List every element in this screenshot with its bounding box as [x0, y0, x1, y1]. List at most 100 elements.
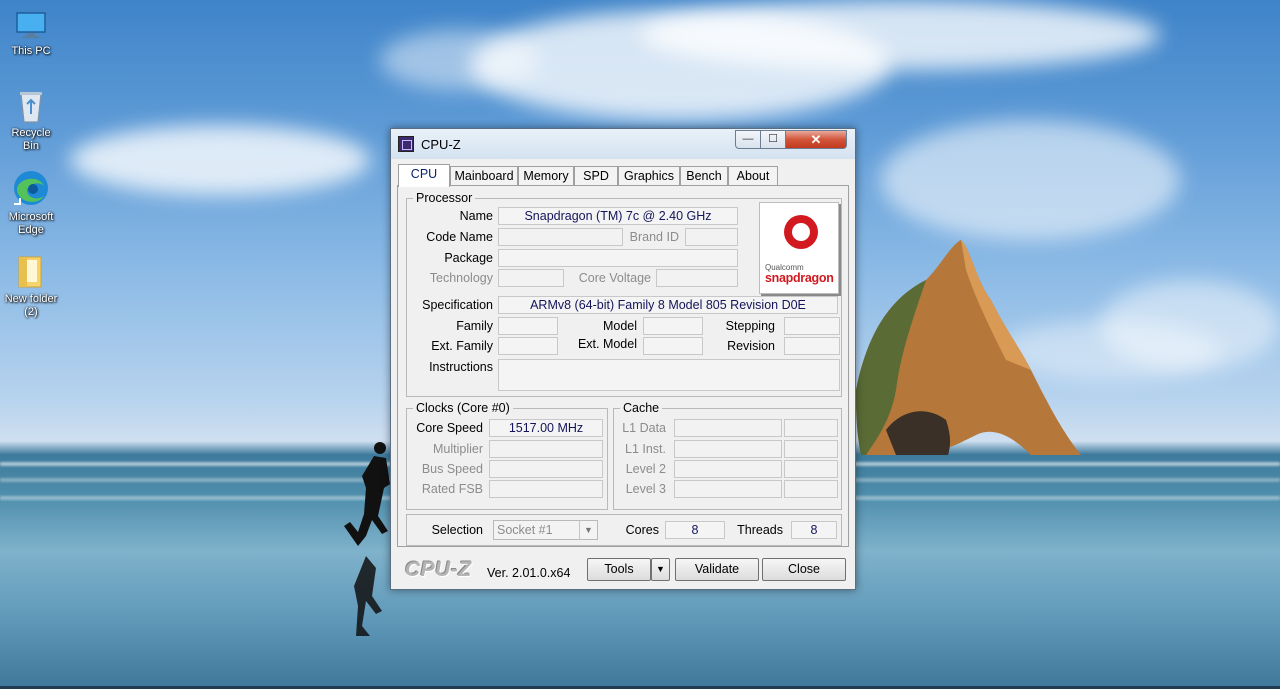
cpuz-app-icon: [398, 136, 414, 152]
instructions-value: [498, 359, 840, 391]
level2-label: Level 2: [625, 462, 666, 476]
bus-speed-label: Bus Speed: [421, 462, 483, 476]
tab-spd[interactable]: SPD: [574, 166, 618, 186]
close-window-button[interactable]: ✕: [785, 130, 847, 149]
rated-fsb-value: [489, 480, 603, 498]
stepping-value: [784, 317, 840, 335]
package-value: [498, 249, 738, 267]
tab-graphics[interactable]: Graphics: [618, 166, 680, 186]
clocks-legend: Clocks (Core #0): [413, 401, 513, 415]
brand-id-label: Brand ID: [629, 230, 679, 244]
multiplier-label: Multiplier: [432, 442, 483, 456]
l1-data-label: L1 Data: [622, 421, 666, 435]
window-title: CPU-Z: [421, 137, 461, 152]
socket-select-value: Socket #1: [497, 523, 553, 537]
minimize-button[interactable]: —: [735, 130, 761, 149]
family-value: [498, 317, 558, 335]
level3-label: Level 3: [625, 482, 666, 496]
l1-data-size: [674, 419, 782, 437]
tab-about[interactable]: About: [728, 166, 778, 186]
ext-family-value: [498, 337, 558, 355]
package-label: Package: [444, 251, 493, 265]
title-bar[interactable]: CPU-Z — ☐ ✕: [391, 129, 855, 159]
validate-button[interactable]: Validate: [675, 558, 759, 581]
threads-label: Threads: [737, 523, 783, 537]
selection-label: Selection: [431, 523, 483, 537]
core-voltage-label: Core Voltage: [578, 271, 651, 285]
core-speed-value: 1517.00 MHz: [489, 419, 603, 437]
tab-memory[interactable]: Memory: [518, 166, 574, 186]
tab-mainboard[interactable]: Mainboard: [450, 166, 518, 186]
recycle-bin-icon: [20, 92, 42, 123]
snapdragon-logo: Qualcomm snapdragon: [759, 202, 839, 294]
technology-value: [498, 269, 564, 287]
selection-group: Selection Socket #1 ▼ Cores 8 Threads 8: [406, 514, 842, 546]
brand-id-value: [685, 228, 738, 246]
rock-arch-image: [856, 240, 1081, 455]
family-label: Family: [456, 319, 493, 333]
level2-size: [674, 460, 782, 478]
ext-family-label: Ext. Family: [431, 339, 493, 353]
code-name-value: [498, 228, 623, 246]
chevron-down-icon: ▼: [579, 521, 597, 539]
desktop-icon-new-folder[interactable]: New folder (2): [2, 254, 60, 319]
desktop-icon-label: Recycle Bin: [11, 127, 51, 152]
core-voltage-value: [656, 269, 738, 287]
cores-label: Cores: [625, 523, 659, 537]
l1-inst-assoc: [784, 440, 838, 458]
processor-legend: Processor: [413, 191, 476, 205]
desktop-icon-label: This PC: [11, 45, 51, 57]
revision-label: Revision: [727, 339, 775, 353]
revision-value: [784, 337, 840, 355]
version-text: Ver. 2.01.0.x64: [487, 566, 571, 580]
tools-button[interactable]: Tools: [587, 558, 651, 581]
instructions-label: Instructions: [429, 360, 493, 374]
cpuz-brand-logo: CPU-Z: [405, 558, 472, 581]
cores-value: 8: [665, 521, 725, 539]
level3-size: [674, 480, 782, 498]
desktop-icon-this-pc[interactable]: This PC: [2, 8, 60, 58]
processor-group: Processor Name Snapdragon (TM) 7c @ 2.40…: [406, 191, 842, 397]
multiplier-value: [489, 440, 603, 458]
technology-label: Technology: [429, 271, 493, 285]
l1-inst-size: [674, 440, 782, 458]
tools-dropdown-arrow-icon[interactable]: ▼: [651, 558, 670, 581]
specification-value: ARMv8 (64-bit) Family 8 Model 805 Revisi…: [498, 296, 838, 314]
folder-icon: [18, 256, 42, 288]
l1-inst-label: L1 Inst.: [625, 442, 666, 456]
footer-bar: CPU-Z Ver. 2.01.0.x64 Tools ▼ Validate C…: [391, 549, 855, 589]
ext-model-value: [643, 337, 703, 355]
desktop-icon-edge[interactable]: Microsoft Edge: [2, 168, 60, 237]
model-label: Model: [602, 319, 637, 333]
name-label: Name: [459, 209, 493, 223]
l1-data-assoc: [784, 419, 838, 437]
cpu-tab-panel: Processor Name Snapdragon (TM) 7c @ 2.40…: [397, 185, 849, 547]
runner-silhouette-image: [344, 442, 390, 636]
cpuz-window: CPU-Z — ☐ ✕ CPU Mainboard Memory SPD Gra…: [390, 128, 856, 590]
tab-cpu[interactable]: CPU: [398, 164, 450, 187]
ext-model-label: Ext. Model: [577, 337, 637, 351]
socket-select[interactable]: Socket #1 ▼: [493, 520, 598, 540]
specification-label: Specification: [422, 298, 493, 312]
edge-icon: [14, 171, 48, 205]
level3-assoc: [784, 480, 838, 498]
desktop-icon-label: Microsoft Edge: [8, 211, 54, 236]
name-value: Snapdragon (TM) 7c @ 2.40 GHz: [498, 207, 738, 225]
close-button[interactable]: Close: [762, 558, 846, 581]
clocks-group: Clocks (Core #0) Core Speed 1517.00 MHz …: [406, 401, 608, 510]
desktop-icon-recycle-bin[interactable]: Recycle Bin: [2, 88, 60, 153]
rated-fsb-label: Rated FSB: [421, 482, 483, 496]
maximize-button[interactable]: ☐: [760, 130, 786, 149]
cache-group: Cache L1 Data L1 Inst. Level 2 Level 3: [613, 401, 842, 510]
bus-speed-value: [489, 460, 603, 478]
stepping-label: Stepping: [725, 319, 775, 333]
core-speed-label: Core Speed: [416, 421, 483, 435]
code-name-label: Code Name: [426, 230, 493, 244]
level2-assoc: [784, 460, 838, 478]
logo-brand-text: snapdragon: [765, 271, 834, 285]
cache-legend: Cache: [620, 401, 663, 415]
threads-value: 8: [791, 521, 837, 539]
desktop-icon-label: New folder (2): [4, 293, 58, 318]
tab-bench[interactable]: Bench: [680, 166, 728, 186]
model-value: [643, 317, 703, 335]
